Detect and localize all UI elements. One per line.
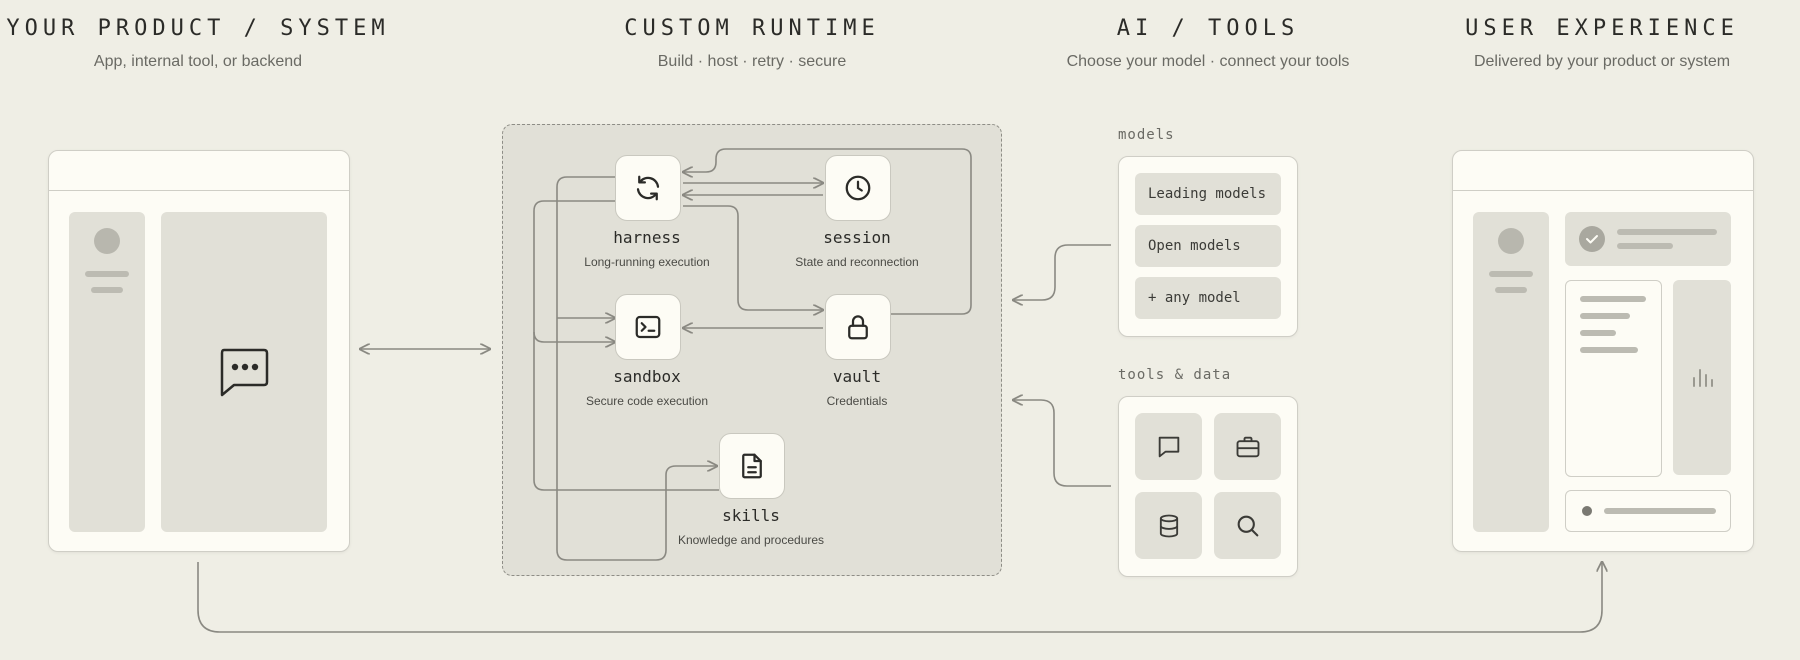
sidebar-panel bbox=[1473, 212, 1549, 532]
node-label: harness bbox=[613, 228, 681, 247]
models-card: Leading models Open models + any model bbox=[1118, 156, 1298, 337]
tool-chat[interactable] bbox=[1135, 413, 1202, 480]
node-label: session bbox=[823, 228, 891, 247]
chat-icon bbox=[1158, 436, 1179, 457]
model-option-open[interactable]: Open models bbox=[1135, 225, 1281, 267]
briefcase-icon bbox=[1236, 436, 1259, 457]
tools-label: tools & data bbox=[1118, 367, 1232, 383]
sandbox-node[interactable] bbox=[615, 294, 681, 360]
tool-briefcase[interactable] bbox=[1214, 413, 1281, 480]
placeholder-bar bbox=[1580, 347, 1638, 353]
node-description: Long-running execution bbox=[584, 255, 710, 269]
node-description: Secure code execution bbox=[585, 394, 709, 408]
harness-node[interactable] bbox=[615, 155, 681, 221]
clock-icon bbox=[845, 175, 871, 201]
input-bar[interactable] bbox=[1565, 490, 1731, 532]
terminal-icon bbox=[635, 315, 661, 339]
node-description: Knowledge and procedures bbox=[677, 533, 825, 547]
lock-icon bbox=[848, 315, 868, 340]
chart-panel bbox=[1673, 280, 1731, 475]
models-label: models bbox=[1118, 127, 1175, 143]
placeholder-bar bbox=[1495, 287, 1527, 293]
model-option-leading[interactable]: Leading models bbox=[1135, 173, 1281, 215]
notification-card bbox=[1565, 212, 1731, 266]
model-option-any[interactable]: + any model bbox=[1135, 277, 1281, 319]
session-node[interactable] bbox=[825, 155, 891, 221]
status-dot bbox=[1582, 506, 1592, 516]
vault-node[interactable] bbox=[825, 294, 891, 360]
placeholder-bar bbox=[1617, 243, 1673, 249]
placeholder-bar bbox=[1580, 330, 1616, 336]
node-description: State and reconnection bbox=[795, 255, 919, 269]
document-icon bbox=[742, 453, 762, 479]
placeholder-bar bbox=[1580, 313, 1630, 319]
refresh-icon bbox=[636, 175, 660, 201]
placeholder-bar bbox=[1617, 229, 1717, 235]
placeholder-bar bbox=[1489, 271, 1533, 277]
node-description: Credentials bbox=[826, 394, 888, 408]
bar-chart-icon bbox=[1693, 369, 1713, 387]
node-label: sandbox bbox=[613, 367, 681, 386]
tools-card bbox=[1118, 396, 1298, 577]
tool-database[interactable] bbox=[1135, 492, 1202, 559]
node-label: skills bbox=[722, 506, 780, 525]
check-icon bbox=[1579, 226, 1605, 252]
window-titlebar bbox=[1453, 151, 1753, 191]
content-card bbox=[1565, 280, 1662, 477]
node-label: vault bbox=[832, 367, 882, 386]
experience-window bbox=[1452, 150, 1754, 552]
placeholder-bar bbox=[1580, 296, 1646, 302]
skills-node[interactable] bbox=[719, 433, 785, 499]
avatar bbox=[1498, 228, 1524, 254]
tool-search[interactable] bbox=[1214, 492, 1281, 559]
database-icon bbox=[1159, 514, 1178, 537]
search-icon bbox=[1237, 515, 1258, 536]
placeholder-bar bbox=[1604, 508, 1716, 514]
